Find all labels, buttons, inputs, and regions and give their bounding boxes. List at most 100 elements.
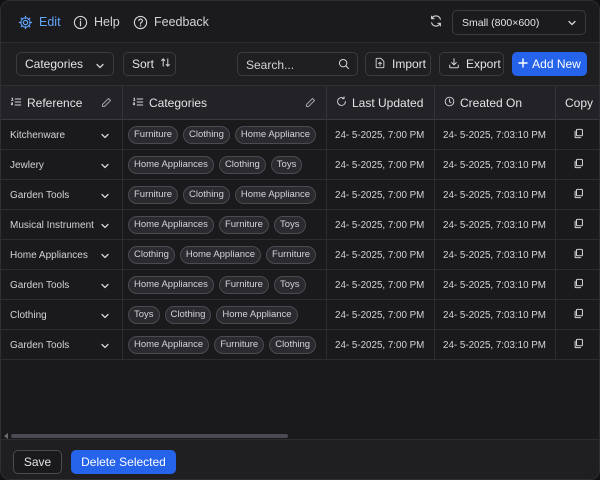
category-tag[interactable]: Home Appliances bbox=[128, 216, 214, 234]
last-updated-value: 24- 5-2025, 7:00 PM bbox=[335, 159, 425, 171]
category-tag[interactable]: Home Appliance bbox=[179, 246, 262, 264]
delete-selected-button[interactable]: Delete Selected bbox=[71, 450, 176, 474]
chevron-down-icon[interactable] bbox=[100, 251, 110, 264]
category-tag[interactable]: Clothing bbox=[218, 156, 266, 174]
refresh-button[interactable] bbox=[427, 13, 445, 31]
last-updated-value: 24- 5-2025, 7:00 PM bbox=[335, 279, 425, 291]
chevron-down-icon[interactable] bbox=[100, 131, 110, 144]
size-select-value: Small (800×600) bbox=[462, 16, 540, 29]
category-tag[interactable]: Toys bbox=[273, 276, 306, 294]
copy-icon[interactable] bbox=[573, 308, 584, 322]
category-tag[interactable]: Home Appliances bbox=[128, 276, 214, 294]
category-tag[interactable]: Furniture bbox=[218, 276, 269, 294]
table-row[interactable]: Home Appliances Clothing Home Appliance Fur… bbox=[1, 240, 599, 270]
category-tag[interactable]: Furniture bbox=[214, 336, 265, 354]
created-on-cell: 24- 5-2025, 7:03:10 PM bbox=[435, 150, 556, 180]
category-tag[interactable]: Furniture bbox=[266, 246, 317, 264]
copy-icon[interactable] bbox=[573, 128, 584, 142]
category-tag[interactable]: Home Appliance bbox=[216, 306, 298, 324]
reference-value: Garden Tools bbox=[10, 339, 70, 351]
chevron-down-icon[interactable] bbox=[100, 221, 110, 234]
reference-value: Kitchenware bbox=[10, 129, 66, 141]
copy-icon[interactable] bbox=[573, 158, 584, 172]
chevron-down-icon[interactable] bbox=[100, 341, 110, 354]
category-tag[interactable]: Clothing bbox=[164, 306, 212, 324]
category-tag[interactable]: Toys bbox=[270, 156, 303, 174]
chevron-down-icon[interactable] bbox=[100, 311, 110, 324]
pencil-icon[interactable] bbox=[305, 97, 316, 111]
save-button[interactable]: Save bbox=[13, 450, 62, 474]
category-tag[interactable]: Toys bbox=[128, 306, 160, 324]
reference-cell[interactable]: Garden Tools bbox=[1, 330, 123, 360]
table-row[interactable]: Kitchenware Furniture Clothing Home Applian… bbox=[1, 120, 599, 150]
reference-value: Garden Tools bbox=[10, 189, 70, 201]
nav-help-label: Help bbox=[94, 15, 120, 29]
chevron-down-icon[interactable] bbox=[100, 281, 110, 294]
column-header-categories[interactable]: Categories bbox=[123, 86, 327, 120]
reference-cell[interactable]: Garden Tools bbox=[1, 180, 123, 210]
table-row[interactable]: Jewlery Home Appliances Clothing Toys 24- 5-… bbox=[1, 150, 599, 180]
export-button[interactable]: Export bbox=[439, 52, 504, 76]
table-row[interactable]: Garden Tools Furniture Clothing Home Applia… bbox=[1, 180, 599, 210]
column-label-last-updated: Last Updated bbox=[352, 96, 424, 110]
column-header-reference[interactable]: Reference bbox=[1, 86, 123, 120]
category-tag[interactable]: Toys bbox=[273, 216, 306, 234]
category-tag[interactable]: Home Appliance bbox=[234, 126, 317, 144]
table-row[interactable]: Garden Tools Home Appliances Furniture Toys… bbox=[1, 270, 599, 300]
reference-cell[interactable]: Musical Instrument bbox=[1, 210, 123, 240]
categories-filter[interactable]: Categories bbox=[16, 52, 114, 76]
pencil-icon[interactable] bbox=[101, 97, 112, 111]
copy-icon[interactable] bbox=[573, 218, 584, 232]
add-new-button[interactable]: Add New bbox=[512, 52, 587, 76]
last-updated-cell: 24- 5-2025, 7:00 PM bbox=[327, 150, 435, 180]
category-tag[interactable]: Clothing bbox=[183, 186, 230, 204]
search-input[interactable] bbox=[246, 57, 338, 72]
table-row[interactable]: Garden Tools Home Appliance Furniture Cloth… bbox=[1, 330, 599, 360]
reference-cell[interactable]: Garden Tools bbox=[1, 270, 123, 300]
list-number-icon bbox=[132, 96, 144, 111]
chevron-down-icon[interactable] bbox=[100, 191, 110, 204]
import-button[interactable]: Import bbox=[365, 52, 431, 76]
chevron-down-icon[interactable] bbox=[100, 161, 110, 174]
sort-button[interactable]: Sort bbox=[123, 52, 176, 76]
table-row[interactable]: Clothing Toys Clothing Home Appliance 24- 5-… bbox=[1, 300, 599, 330]
last-updated-value: 24- 5-2025, 7:00 PM bbox=[335, 339, 425, 351]
nav-help[interactable]: Help bbox=[73, 13, 120, 31]
copy-cell bbox=[556, 210, 599, 240]
copy-icon[interactable] bbox=[573, 278, 584, 292]
scrollbar-thumb[interactable] bbox=[11, 434, 288, 438]
category-tag[interactable]: Furniture bbox=[218, 216, 269, 234]
copy-icon[interactable] bbox=[573, 188, 584, 202]
category-tag[interactable]: Furniture bbox=[128, 126, 179, 144]
category-tag[interactable]: Clothing bbox=[183, 126, 230, 144]
reference-cell[interactable]: Kitchenware bbox=[1, 120, 123, 150]
size-select[interactable]: Small (800×600) bbox=[452, 10, 586, 35]
category-tag[interactable]: Home Appliances bbox=[128, 156, 214, 174]
category-tag[interactable]: Clothing bbox=[269, 336, 317, 354]
categories-cell: Home Appliances Furniture Toys bbox=[123, 270, 327, 300]
column-header-created-on[interactable]: Created On bbox=[435, 86, 556, 120]
column-label-categories: Categories bbox=[149, 96, 208, 110]
created-on-cell: 24- 5-2025, 7:03:10 PM bbox=[435, 300, 556, 330]
reference-cell[interactable]: Home Appliances bbox=[1, 240, 123, 270]
category-tag[interactable]: Furniture bbox=[128, 186, 179, 204]
copy-cell bbox=[556, 240, 599, 270]
created-on-value: 24- 5-2025, 7:03:10 PM bbox=[443, 129, 546, 141]
category-tag[interactable]: Clothing bbox=[128, 246, 175, 264]
copy-cell bbox=[556, 270, 599, 300]
reference-cell[interactable]: Clothing bbox=[1, 300, 123, 330]
nav-edit[interactable]: Edit bbox=[18, 13, 61, 31]
nav-feedback[interactable]: Feedback bbox=[133, 13, 209, 31]
table-row[interactable]: Musical Instrument Home Appliances Furnitu… bbox=[1, 210, 599, 240]
reference-cell[interactable]: Jewlery bbox=[1, 150, 123, 180]
last-updated-cell: 24- 5-2025, 7:00 PM bbox=[327, 180, 435, 210]
copy-icon[interactable] bbox=[573, 338, 584, 352]
last-updated-value: 24- 5-2025, 7:00 PM bbox=[335, 129, 425, 141]
copy-icon[interactable] bbox=[573, 248, 584, 262]
last-updated-value: 24- 5-2025, 7:00 PM bbox=[335, 219, 425, 231]
sort-label: Sort bbox=[132, 57, 155, 71]
created-on-cell: 24- 5-2025, 7:03:10 PM bbox=[435, 270, 556, 300]
column-header-last-updated[interactable]: Last Updated bbox=[327, 86, 435, 120]
category-tag[interactable]: Home Appliance bbox=[128, 336, 210, 354]
category-tag[interactable]: Home Appliance bbox=[234, 186, 317, 204]
